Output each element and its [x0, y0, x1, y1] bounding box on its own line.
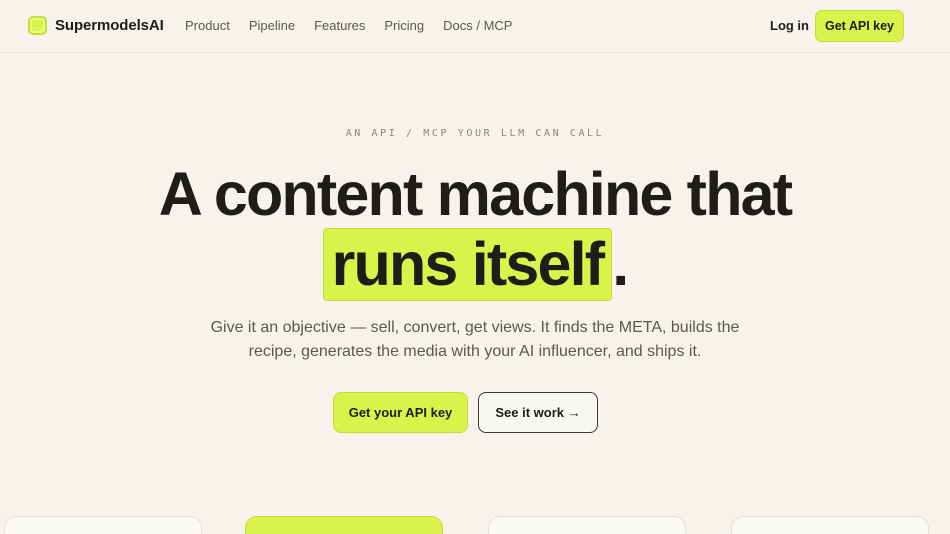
nav-link-product[interactable]: Product [185, 18, 230, 33]
hero-eyebrow: AN API / MCP YOUR LLM CAN CALL [345, 128, 605, 139]
get-your-api-key-button[interactable]: Get your API key [333, 392, 468, 433]
nav-link-features[interactable]: Features [314, 18, 365, 33]
top-nav: SupermodelsAI Product Pipeline Features … [0, 0, 950, 53]
feature-card-4 [731, 516, 929, 534]
nav-link-pipeline[interactable]: Pipeline [249, 18, 295, 33]
get-api-key-button[interactable]: Get API key [815, 10, 904, 42]
nav-links: Product Pipeline Features Pricing Docs /… [185, 18, 512, 33]
brand-name: SupermodelsAI [55, 17, 164, 34]
headline-line-2: runs itself. [0, 228, 950, 301]
headline-period: . [612, 230, 629, 298]
nav-link-pricing[interactable]: Pricing [384, 18, 424, 33]
feature-card-1 [4, 516, 202, 534]
feature-card-3 [488, 516, 686, 534]
hero-subtitle: Give it an objective — sell, convert, ge… [210, 319, 740, 360]
brand-logo[interactable]: SupermodelsAI [28, 16, 164, 35]
nav-link-docs-mcp[interactable]: Docs / MCP [443, 18, 512, 33]
hero-headline: A content machine that runs itself. [0, 160, 950, 301]
headline-highlight: runs itself [322, 228, 613, 301]
see-it-work-button[interactable]: See it work → [478, 392, 598, 433]
feature-card-2 [245, 516, 443, 534]
headline-line-1: A content machine that [158, 160, 793, 228]
logo-square-icon [28, 16, 47, 35]
login-link[interactable]: Log in [770, 18, 809, 33]
